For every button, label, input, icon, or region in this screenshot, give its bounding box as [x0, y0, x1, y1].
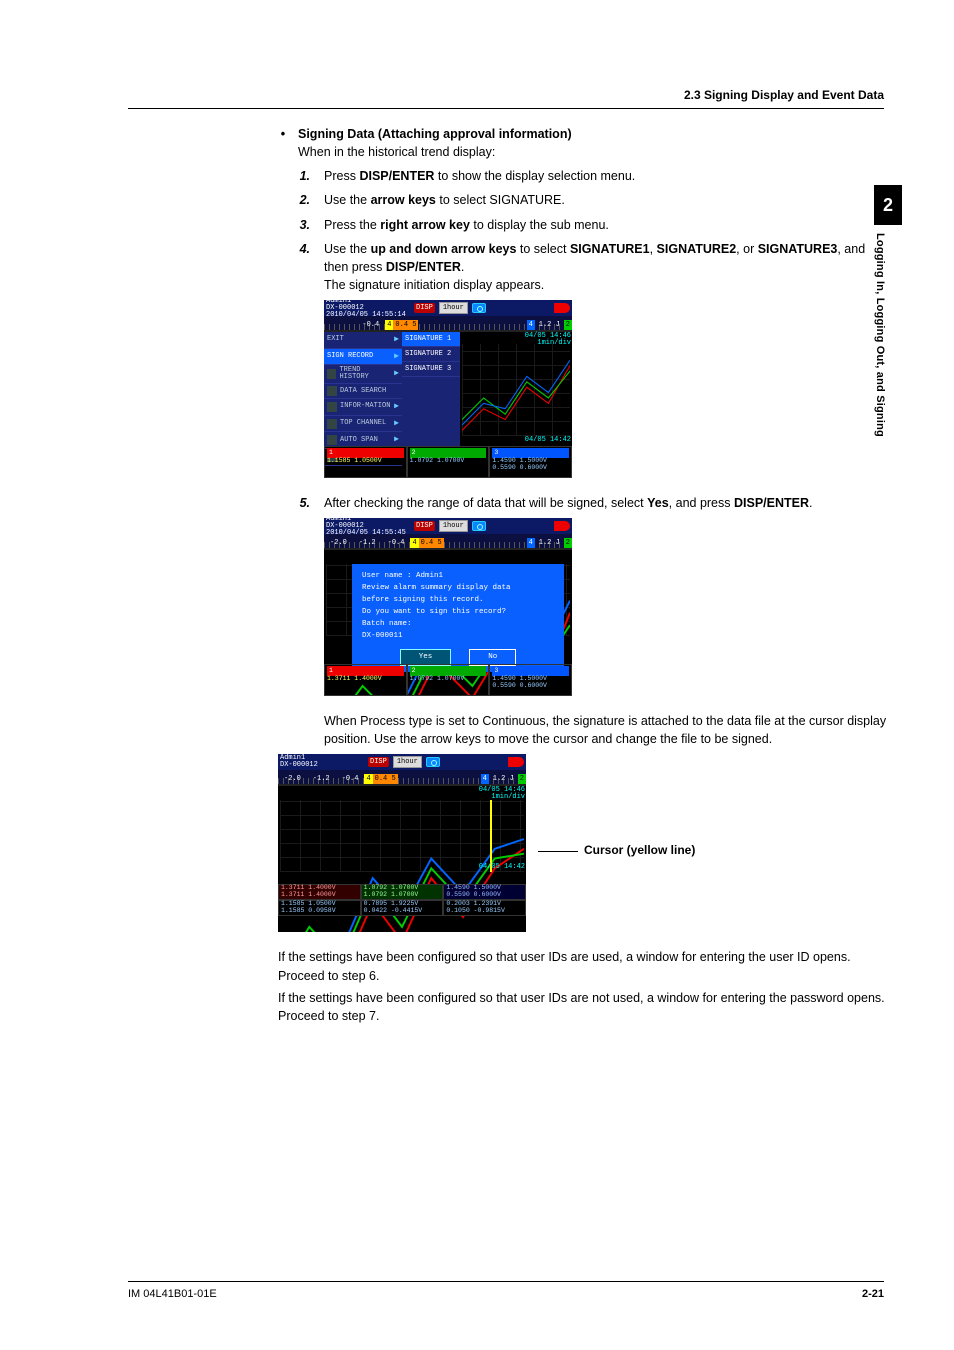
range-button[interactable]: 1hour — [439, 520, 468, 532]
step-num-5: 5. — [296, 494, 310, 512]
info-icon — [327, 402, 337, 412]
speaker-icon[interactable] — [508, 757, 524, 767]
sign-confirm-dialog: User name : Admin1 Review alarm summary … — [352, 564, 564, 672]
chapter-number: 2 — [874, 185, 902, 225]
disp-badge: DISP — [368, 757, 389, 767]
range-button[interactable]: 1hour — [393, 756, 422, 768]
screenshot-1: Admin1DX-000012 2010/04/05 14:55:14 DISP… — [324, 300, 888, 478]
camera-icon[interactable] — [426, 757, 440, 767]
disp-badge: DISP — [414, 521, 435, 531]
step-num-2: 2. — [296, 191, 310, 209]
trend-graph: 04/05 14:461min/div 04/05 14:42 — [460, 332, 572, 446]
value-strip: 11.1585 1.0500V 21.0792 1.0700V 31.4590 … — [324, 446, 572, 478]
search-icon — [327, 386, 337, 396]
channel-icon — [327, 419, 337, 429]
speaker-icon[interactable] — [554, 303, 570, 313]
step-num-1: 1. — [296, 167, 310, 185]
signature-submenu[interactable]: SIGNATURE 1 SIGNATURE 2 SIGNATURE 3 — [402, 332, 460, 446]
submenu-signature3[interactable]: SIGNATURE 3 — [402, 362, 460, 377]
camera-icon[interactable] — [472, 521, 486, 531]
footer-page: 2-21 — [862, 1288, 884, 1300]
step4-appears: The signature initiation display appears… — [324, 276, 888, 294]
trend-icon — [327, 369, 336, 379]
camera-icon[interactable] — [472, 303, 486, 313]
section-header: 2.3 Signing Display and Event Data — [128, 88, 884, 109]
para-if-no-userid: If the settings have been configured so … — [278, 989, 888, 1025]
disp-badge: DISP — [414, 303, 435, 313]
step-num-3: 3. — [296, 216, 310, 234]
submenu-signature2[interactable]: SIGNATURE 2 — [402, 347, 460, 362]
screenshot-3: Admin1DX-000012 DISP 1hour -2.0 -1.2 -0.… — [278, 754, 888, 932]
range-button[interactable]: 1hour — [439, 302, 468, 314]
span-icon — [327, 435, 337, 445]
submenu-signature1[interactable]: SIGNATURE 1 — [402, 332, 460, 347]
para-continuous: When Process type is set to Continuous, … — [324, 712, 888, 748]
step-num-4: 4. — [296, 240, 310, 294]
bullet-title: Signing Data (Attaching approval informa… — [298, 127, 572, 141]
bullet-icon: • — [278, 125, 288, 161]
speaker-icon[interactable] — [554, 521, 570, 531]
disp-menu[interactable]: EXIT▶ SIGN RECORD▶ TREND HISTORY▶ DATA S… — [324, 332, 402, 446]
screenshot-2: Admin1DX-000012 2010/04/05 14:55:45 DISP… — [324, 518, 888, 696]
bullet-subtitle: When in the historical trend display: — [298, 145, 495, 159]
menu-sign-record[interactable]: SIGN RECORD▶ — [324, 349, 402, 366]
para-if-userid: If the settings have been configured so … — [278, 948, 888, 984]
footer-docid: IM 04L41B01-01E — [128, 1288, 217, 1300]
cursor-callout: Cursor (yellow line) — [538, 842, 695, 859]
